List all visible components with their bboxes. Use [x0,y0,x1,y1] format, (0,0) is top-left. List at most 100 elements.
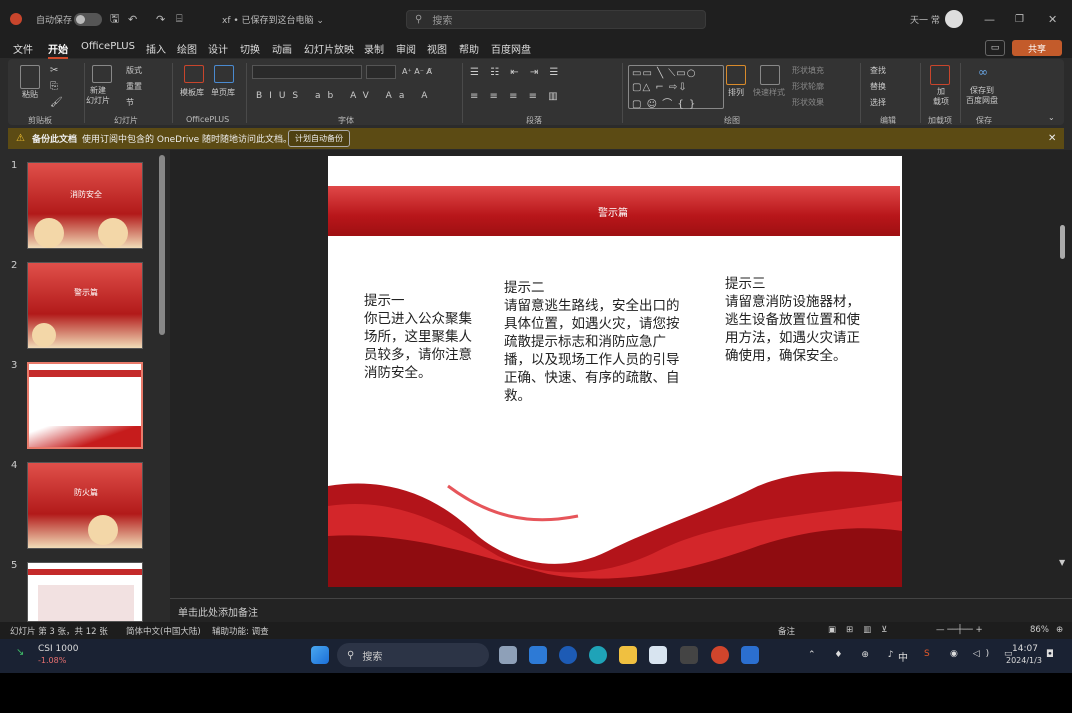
menu-record[interactable]: 录制 [364,41,384,56]
stock-name[interactable]: CSI 1000 [38,644,78,654]
template-lib-icon[interactable] [184,65,204,83]
scroll-down-icon[interactable]: ▼ [1059,558,1065,567]
edge-icon[interactable] [589,646,607,664]
thumbnail-slide-4[interactable]: 防火篇 [27,462,143,549]
find-button[interactable]: 查找 [870,65,886,76]
menu-review[interactable]: 审阅 [396,41,416,56]
template-lib-button[interactable]: 模板库 [180,87,204,98]
minimize-icon[interactable]: — [984,0,995,38]
schedule-backup-button[interactable]: 计划自动备份 [288,130,350,147]
arrange-button[interactable]: 排列 [728,87,744,98]
menu-design[interactable]: 设计 [208,41,228,56]
format-painter-icon[interactable]: 🖌 [50,97,63,108]
clock-time[interactable]: 14:07 [1012,644,1038,654]
widgets-icon[interactable] [529,646,547,664]
store-icon[interactable] [649,646,667,664]
baidu-icon[interactable]: ∞ [978,65,988,79]
shape-fill-button[interactable]: 形状填充 [792,65,824,76]
tip-two-text[interactable]: 提示二 请留意逃生路线，安全出口的具体位置，如遇火灾，请您按疏散提示标志和消防应… [504,279,680,405]
thumbnail-slide-2[interactable]: 警示篇 [27,262,143,349]
notification-icon[interactable]: ◘ [1046,649,1054,660]
new-slide-icon[interactable] [92,65,112,83]
shape-outline-button[interactable]: 形状轮廓 [792,81,824,92]
clock-date[interactable]: 2024/1/3 [1006,656,1042,665]
wps-icon[interactable]: S [924,649,930,659]
redo-icon[interactable]: ↷ [156,0,165,38]
quick-style-icon[interactable] [760,65,780,85]
reset-button[interactable]: 重置 [126,81,142,92]
arrange-icon[interactable] [726,65,746,85]
app-icon[interactable] [559,646,577,664]
current-slide[interactable]: 警示篇 提示一 你已进入公众聚集场所，这里聚集人员较多，请你注意消防安全。 提示… [328,156,902,587]
game-icon[interactable] [680,646,698,664]
maximize-icon[interactable]: ❐ [1015,0,1024,38]
banner-title[interactable]: 警示篇 [328,186,900,236]
search-input[interactable]: ⚲ 搜索 [406,10,706,29]
thumbnail-slide-5[interactable] [27,562,143,622]
list-buttons[interactable]: ☰ ☷ ⇤ ⇥ ☰ [470,67,562,78]
paste-icon[interactable] [20,65,40,89]
thumbnail-scrollbar[interactable] [159,155,165,335]
tip-one-text[interactable]: 提示一 你已进入公众聚集场所，这里聚集人员较多，请你注意消防安全。 [364,292,476,382]
copy-icon[interactable]: ⎘ [50,81,58,92]
menu-officeplus[interactable]: OfficePLUS [81,41,135,52]
single-lib-button[interactable]: 单页库 [211,87,235,98]
zoom-slider[interactable]: — ──┼── + [936,625,983,635]
addin-button[interactable]: 加 载项 [933,87,949,107]
menu-transitions[interactable]: 切换 [240,41,260,56]
file-explorer-icon[interactable] [619,646,637,664]
menu-insert[interactable]: 插入 [146,41,166,56]
canvas-scrollbar[interactable] [1060,225,1065,259]
start-icon[interactable] [311,646,329,664]
customize-icon[interactable]: ⌸ [176,0,183,38]
powerpoint-taskbar-icon[interactable] [711,646,729,664]
autosave-toggle[interactable] [74,0,102,38]
comment-icon[interactable]: ▭ [985,40,1005,56]
collapse-ribbon-icon[interactable]: ⌄ [1048,113,1055,122]
layout-button[interactable]: 版式 [126,65,142,76]
task-view-icon[interactable] [499,646,517,664]
save-baidu-button[interactable]: 保存到 百度网盘 [966,86,998,106]
font-grow-icon[interactable]: A⁺ A⁻ A̸ [402,67,432,76]
select-button[interactable]: 选择 [870,97,886,108]
fit-slide-icon[interactable]: ⊕ [1056,625,1063,635]
photos-icon[interactable] [741,646,759,664]
menu-animations[interactable]: 动画 [272,41,292,56]
ime-indicator[interactable]: 中 [898,649,908,664]
zoom-level[interactable]: 86% [1030,625,1049,635]
menu-help[interactable]: 帮助 [459,41,479,56]
section-button[interactable]: 节 [126,97,134,108]
tray-icons[interactable]: ⌃ ♦ ⊕ ♪ [808,650,901,660]
thumbnail-slide-1[interactable]: 消防安全 [27,162,143,249]
language-indicator[interactable]: 简体中文(中国大陆) [126,625,201,637]
quick-style-button[interactable]: 快速样式 [753,87,785,98]
menu-draw[interactable]: 绘图 [177,41,197,56]
font-family-select[interactable] [252,65,362,79]
menu-file[interactable]: 文件 [13,41,33,56]
taskbar-search[interactable]: ⚲ 搜索 [337,643,489,667]
thumbnail-slide-3[interactable] [27,362,143,449]
tip-three-text[interactable]: 提示三 请留意消防设施器材，逃生设备放置位置和使用方法，如遇火灾请正确使用，确保… [725,275,865,365]
menu-home[interactable]: 开始 [48,41,68,59]
align-buttons[interactable]: ≡ ≡ ≡ ≡ ▥ [470,91,562,102]
menu-baidu[interactable]: 百度网盘 [491,41,531,56]
close-icon[interactable]: ✕ [1048,0,1057,38]
cut-icon[interactable]: ✂ [50,65,58,76]
notes-pane[interactable]: 单击此处添加备注 [170,598,1072,622]
shape-effect-button[interactable]: 形状效果 [792,97,824,108]
undo-icon[interactable]: ↶ [128,0,137,38]
close-warning-icon[interactable]: ✕ [1048,133,1056,144]
file-name[interactable]: xf • 已保存到这台电脑 ⌄ [222,0,324,38]
menu-slideshow[interactable]: 幻灯片放映 [304,41,354,56]
replace-button[interactable]: 替换 [870,81,886,92]
notes-toggle[interactable]: 备注 [778,625,795,637]
stock-widget-icon[interactable]: ↘ [16,647,24,658]
font-format-buttons[interactable]: BIUS ab AV Aa A [256,91,434,101]
save-icon[interactable]: 🖫 [110,0,119,38]
single-lib-icon[interactable] [214,65,234,83]
share-button[interactable]: 共享 [1012,40,1062,56]
menu-view[interactable]: 视图 [427,41,447,56]
addin-icon[interactable] [930,65,950,85]
new-slide-button[interactable]: 新建 幻灯片 [86,86,110,106]
font-size-select[interactable] [366,65,396,79]
